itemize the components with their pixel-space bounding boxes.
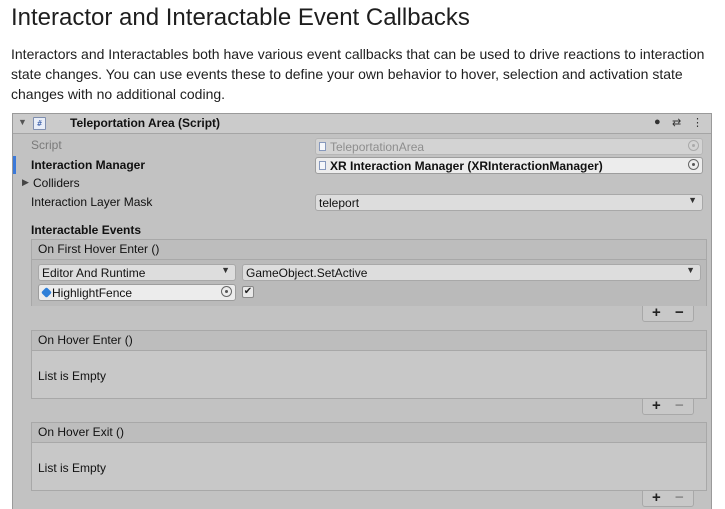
- expand-arrow-icon[interactable]: ▶: [22, 177, 29, 188]
- object-picker-icon[interactable]: [688, 159, 699, 170]
- runtime-value: Editor And Runtime: [42, 266, 146, 280]
- layer-mask-label: Interaction Layer Mask: [31, 195, 153, 209]
- gameobject-icon: [41, 287, 52, 298]
- more-icon[interactable]: ⋮: [692, 116, 703, 129]
- event-header: On Hover Enter (): [32, 331, 706, 351]
- function-value: GameObject.SetActive: [246, 266, 368, 280]
- colliders-label[interactable]: Colliders: [33, 176, 80, 190]
- object-picker-icon: [688, 140, 699, 151]
- event-name: On First Hover Enter (): [38, 242, 160, 256]
- event-hover-exit: On Hover Exit () List is Empty: [31, 422, 707, 491]
- event-name: On Hover Exit (): [38, 425, 125, 439]
- inspector-panel: ▼ # Teleportation Area (Script) ● ⇄ ⋮ Sc…: [12, 113, 712, 509]
- empty-list-text: List is Empty: [38, 461, 107, 475]
- selection-indicator: [13, 156, 16, 174]
- object-picker-icon[interactable]: [221, 286, 232, 297]
- component-title: Teleportation Area (Script): [70, 116, 221, 130]
- bool-argument-checkbox[interactable]: ✔: [242, 286, 254, 298]
- empty-list-text: List is Empty: [38, 369, 107, 383]
- event-listener-item[interactable]: Editor And Runtime ▼ GameObject.SetActiv…: [32, 260, 706, 306]
- component-header[interactable]: ▼ # Teleportation Area (Script) ● ⇄ ⋮: [13, 114, 711, 134]
- add-listener-button[interactable]: +: [652, 397, 661, 414]
- dropdown-arrow-icon: ▼: [688, 195, 697, 205]
- list-buttons: + −: [642, 397, 694, 415]
- script-value: TeleportationArea: [330, 140, 425, 154]
- remove-listener-button[interactable]: −: [675, 397, 684, 414]
- script-label: Script: [31, 138, 62, 152]
- layer-mask-dropdown[interactable]: teleport ▼: [315, 194, 703, 211]
- add-listener-button[interactable]: +: [652, 489, 661, 506]
- script-file-icon: [319, 161, 326, 170]
- dropdown-arrow-icon: ▼: [686, 265, 695, 275]
- target-object-field[interactable]: HighlightFence: [38, 284, 236, 301]
- settings-icon[interactable]: ⇄: [672, 116, 681, 129]
- events-heading: Interactable Events: [31, 223, 142, 237]
- add-listener-button[interactable]: +: [652, 304, 661, 321]
- manager-label: Interaction Manager: [31, 158, 146, 172]
- list-buttons: + −: [642, 304, 694, 322]
- help-icon[interactable]: ●: [654, 116, 661, 128]
- dropdown-arrow-icon: ▼: [221, 265, 230, 275]
- intro-paragraph: Interactors and Interactables both have …: [11, 46, 705, 102]
- remove-listener-button[interactable]: −: [675, 489, 684, 506]
- event-hover-enter: On Hover Enter () List is Empty: [31, 330, 707, 399]
- script-field: TeleportationArea: [315, 138, 703, 155]
- target-value: HighlightFence: [52, 286, 133, 300]
- event-first-hover-enter: On First Hover Enter () Editor And Runti…: [31, 239, 707, 306]
- list-buttons: + −: [642, 489, 694, 507]
- page-title: Interactor and Interactable Event Callba…: [11, 4, 470, 31]
- runtime-dropdown[interactable]: Editor And Runtime ▼: [38, 264, 236, 281]
- script-enable-icon[interactable]: #: [33, 117, 46, 130]
- script-file-icon: [319, 142, 326, 151]
- manager-field[interactable]: XR Interaction Manager (XRInteractionMan…: [315, 157, 703, 174]
- event-name: On Hover Enter (): [38, 333, 133, 347]
- manager-value: XR Interaction Manager (XRInteractionMan…: [330, 159, 603, 173]
- event-header: On First Hover Enter (): [32, 240, 706, 260]
- event-header: On Hover Exit (): [32, 423, 706, 443]
- layer-mask-value: teleport: [319, 196, 360, 210]
- remove-listener-button[interactable]: −: [675, 304, 684, 321]
- function-dropdown[interactable]: GameObject.SetActive ▼: [242, 264, 701, 281]
- fold-arrow-icon[interactable]: ▼: [18, 117, 27, 127]
